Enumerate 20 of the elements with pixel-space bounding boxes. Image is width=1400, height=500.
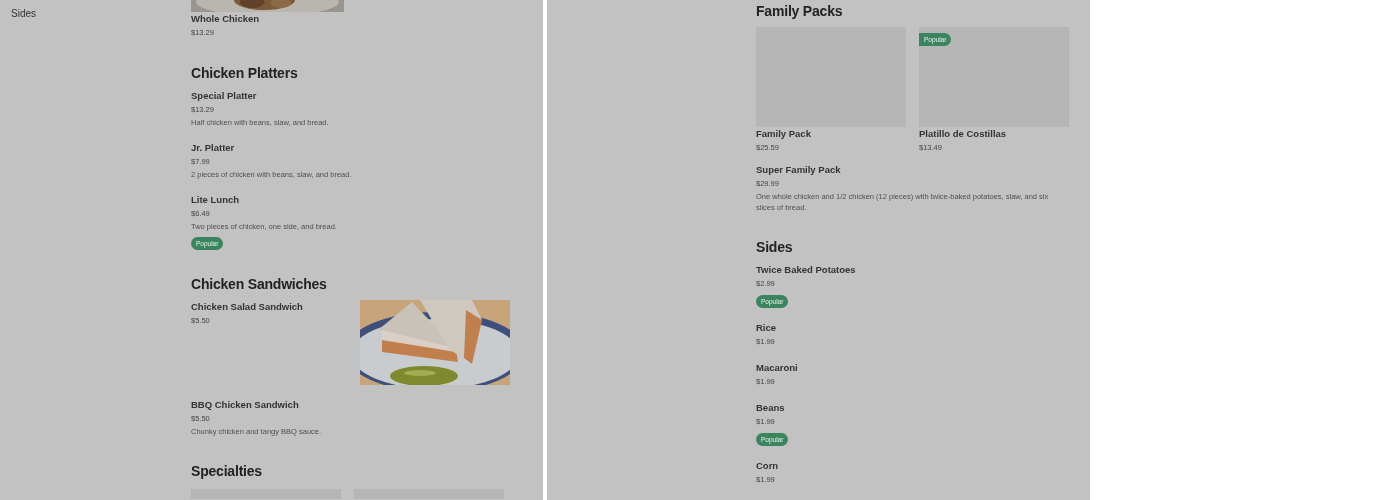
item-name[interactable]: Twice Baked Potatoes [756,263,1069,277]
section-heading: Family Packs [756,2,844,21]
item-name[interactable]: Special Platter [191,89,510,103]
section-heading: Chicken Sandwiches [191,275,328,294]
item-name[interactable]: BBQ Chicken Sandwich [191,398,510,412]
section-heading: Sides [756,238,794,257]
item-name[interactable]: Whole Chicken [191,12,341,26]
section-heading: Chicken Platters [191,64,299,83]
section-heading: Specialties [191,462,263,481]
item-name[interactable]: Super Family Pack [756,163,1069,177]
item-name[interactable]: Lite Lunch [191,193,510,207]
item-name[interactable]: Macaroni [756,361,1069,375]
item-name[interactable]: Beans [756,401,1069,415]
item-name[interactable]: Family Pack [756,127,906,141]
sidebar-item[interactable]: Sides [11,7,36,20]
item-name[interactable]: Jr. Platter [191,141,510,155]
item-name[interactable]: Rice [756,321,1069,335]
item-name[interactable]: Platillo de Costillas [919,127,1069,141]
item-name[interactable]: Chicken Salad Sandwich [191,300,360,314]
item-name[interactable]: Corn [756,459,1069,473]
